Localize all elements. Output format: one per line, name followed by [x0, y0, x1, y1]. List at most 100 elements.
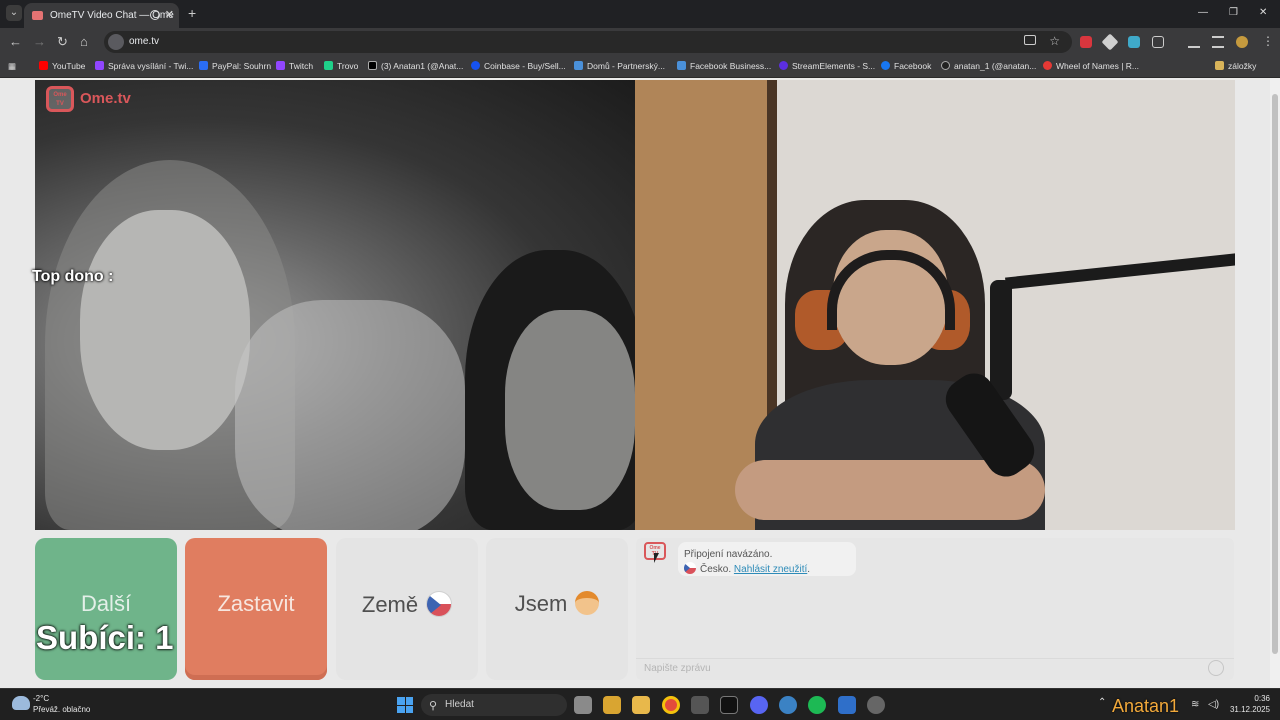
message-input[interactable]: Napište zprávu — [636, 658, 1234, 680]
tab-search-icon[interactable]: ⌄ — [6, 5, 22, 21]
country-button-label: Země — [361, 592, 419, 617]
bookmark-item[interactable]: Wheel of Names | R... — [1043, 61, 1139, 71]
bookmark-item[interactable]: Facebook — [881, 61, 931, 71]
wheel-icon — [1043, 61, 1052, 70]
bookmark-item[interactable]: Twitch — [276, 61, 313, 71]
discord-icon[interactable] — [750, 696, 768, 714]
bookmark-item[interactable]: (3) Anatan1 (@Anat... — [368, 61, 463, 71]
reload-icon[interactable]: ↻ — [57, 34, 68, 50]
bookmark-item[interactable]: Trovo — [324, 61, 358, 71]
meta-icon — [677, 61, 686, 70]
new-tab-icon[interactable]: + — [188, 5, 196, 21]
search-icon: ⚲ — [429, 700, 438, 712]
bookmark-item[interactable]: Coinbase - Buy/Sell... — [471, 61, 566, 71]
mouse-cursor-icon — [654, 553, 659, 563]
bookmark-item[interactable]: anatan_1 (@anatan... — [941, 61, 1036, 71]
time: 0:36 — [1254, 694, 1270, 703]
bookmark-item[interactable]: StreamElements - S... — [779, 61, 875, 71]
weather-icon[interactable] — [12, 696, 30, 710]
chrome-icon[interactable] — [662, 696, 680, 714]
spotify-icon[interactable] — [808, 696, 826, 714]
extension-icon[interactable] — [1080, 36, 1092, 48]
scrollbar-thumb[interactable] — [1272, 94, 1278, 654]
self-video — [635, 80, 1235, 530]
tray-overflow-icon[interactable]: ⌃ — [1098, 697, 1106, 708]
emoji-icon[interactable] — [1208, 660, 1224, 676]
connection-status: Připojení navázáno. — [684, 549, 773, 560]
close-window-icon[interactable]: ✕ — [1259, 7, 1267, 18]
site-info-icon[interactable] — [108, 34, 124, 50]
trovo-icon — [324, 61, 333, 70]
start-button[interactable] — [397, 697, 413, 713]
maximize-icon[interactable]: ❐ — [1229, 7, 1238, 18]
clock[interactable]: 0:36 31.12.2025 — [1226, 693, 1270, 715]
facebook-icon — [881, 61, 890, 70]
youtube-icon — [39, 61, 48, 70]
minimize-icon[interactable]: — — [1198, 7, 1208, 18]
extension-icon[interactable] — [1101, 33, 1119, 51]
file-explorer-icon[interactable] — [632, 696, 650, 714]
menu-icon[interactable]: ⋮ — [1262, 34, 1274, 48]
ometv-logo-icon: Ome TV — [46, 86, 74, 112]
date: 31.12.2025 — [1229, 705, 1270, 714]
stop-button[interactable]: Zastavit — [185, 538, 327, 680]
gender-button-label: Jsem — [514, 591, 568, 616]
task-view-icon[interactable] — [574, 696, 592, 714]
bookmark-star-icon[interactable]: ☆ — [1049, 34, 1060, 48]
extension-icon[interactable] — [1128, 36, 1140, 48]
country-name: Česko. — [700, 564, 732, 575]
download-icon[interactable] — [1188, 36, 1200, 48]
chat-panel: Ome TV Připojení navázáno. Česko. Nahlás… — [636, 538, 1234, 680]
capcut-icon[interactable] — [720, 696, 738, 714]
stop-button-label: Zastavit — [217, 591, 295, 616]
page-scrollbar[interactable] — [1270, 78, 1280, 688]
twitch-icon — [276, 61, 285, 70]
ometv-favicon-icon — [32, 11, 43, 20]
security-shield-icon[interactable] — [838, 696, 856, 714]
taskbar: -2°C Převáž. oblačno ⚲ Hledat ⌃ ≋ ◁) 0:36… — [0, 688, 1280, 720]
video-figure — [80, 210, 250, 450]
system-message: Připojení navázáno. Česko. Nahlásit zneu… — [678, 542, 856, 576]
apps-grid-icon[interactable]: ▦ — [8, 61, 16, 72]
recording-icon — [150, 10, 160, 20]
back-icon[interactable]: ← — [9, 34, 22, 49]
streamlabs-icon[interactable] — [779, 696, 797, 714]
top-donor-overlay: Top dono : — [32, 268, 114, 285]
cast-icon[interactable] — [1024, 35, 1036, 45]
coinbase-icon — [471, 61, 480, 70]
store-icon[interactable] — [603, 696, 621, 714]
search-label: Hledat — [445, 699, 474, 710]
app-icon[interactable] — [691, 696, 709, 714]
browser-toolbar: ← → ↻ ⌂ ome.tv ☆ ⋮ — [0, 28, 1280, 56]
streamelements-icon — [779, 61, 788, 70]
next-button[interactable]: Další — [35, 538, 177, 680]
home-icon[interactable]: ⌂ — [80, 34, 88, 49]
forward-icon[interactable]: → — [33, 34, 46, 49]
bookmark-item[interactable]: YouTube — [39, 61, 85, 71]
boy-icon — [575, 591, 600, 615]
close-tab-icon[interactable]: ✕ — [165, 8, 174, 21]
bookmark-item[interactable]: PayPal: Souhrn — [199, 61, 271, 71]
streamer-watermark: Anatan1 — [1112, 696, 1180, 716]
media-control-icon[interactable] — [1212, 36, 1224, 48]
bookmark-item[interactable]: Domů - Partnerský... — [574, 61, 665, 71]
bookmark-item[interactable]: Facebook Business... — [677, 61, 771, 71]
extensions-puzzle-icon[interactable] — [1152, 36, 1164, 48]
country-button[interactable]: Země — [336, 538, 478, 680]
volume-icon[interactable]: ◁) — [1208, 699, 1219, 710]
browser-tab-ometv[interactable]: OmeTV Video Chat — Ome ✕ — [24, 3, 179, 28]
other-bookmarks[interactable]: záložky — [1215, 61, 1256, 71]
subscribers-overlay: Subíci: 1 — [36, 619, 174, 656]
report-abuse-link[interactable]: Nahlásit zneužití — [734, 564, 807, 575]
wifi-icon[interactable]: ≋ — [1191, 699, 1199, 710]
address-bar[interactable]: ome.tv ☆ — [104, 31, 1072, 53]
report-suffix: . — [807, 564, 811, 575]
video-figure — [505, 310, 635, 510]
taskbar-search[interactable]: ⚲ Hledat — [421, 694, 567, 716]
gender-button[interactable]: Jsem — [486, 538, 628, 680]
obs-icon[interactable] — [867, 696, 885, 714]
threads-icon — [941, 61, 950, 70]
bookmark-item[interactable]: Správa vysílání - Twi... — [95, 61, 193, 71]
stranger-video — [35, 80, 635, 530]
profile-avatar-icon[interactable] — [1236, 36, 1248, 48]
